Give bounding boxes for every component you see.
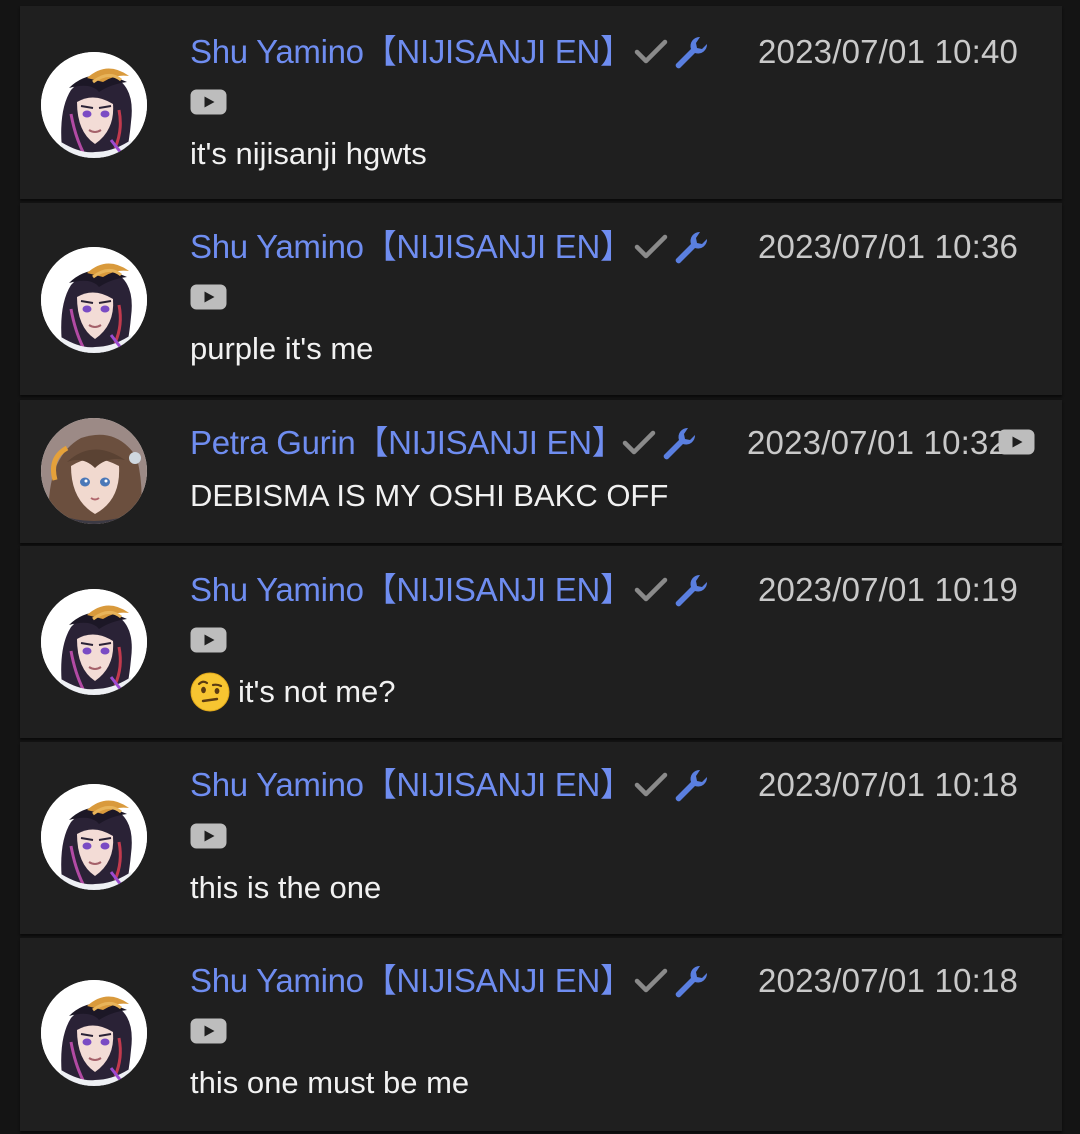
author-name[interactable]: Shu Yamino【NIJISANJI EN】 <box>190 227 633 267</box>
checkmark-icon <box>637 42 665 61</box>
author-name[interactable]: Petra Gurin【NIJISANJI EN】 <box>190 423 625 463</box>
message-timestamp: 2023/07/01 10:36 <box>758 228 1019 265</box>
avatar-shu-yamino[interactable] <box>41 589 147 695</box>
message-text: this one must be me <box>190 1065 470 1100</box>
message-timestamp: 2023/07/01 10:32 <box>747 424 1008 461</box>
message-timestamp: 2023/07/01 10:19 <box>758 571 1019 608</box>
wrench-icon <box>675 36 708 69</box>
author-badges <box>622 425 700 461</box>
wrench-icon <box>675 574 708 607</box>
chat-message[interactable]: Shu Yamino【NIJISANJI EN】 2023/07/01 10:1… <box>20 546 1062 738</box>
checkmark-icon <box>625 433 653 452</box>
author-badges <box>634 34 712 70</box>
checkmark-icon <box>637 237 665 256</box>
chat-message[interactable]: Shu Yamino【NIJISANJI EN】 2023/07/01 10:1… <box>20 742 1062 934</box>
checkmark-icon <box>637 971 665 990</box>
message-timestamp: 2023/07/01 10:18 <box>758 766 1019 803</box>
avatar-shu-yamino[interactable] <box>41 52 147 158</box>
message-text: DEBISMA IS MY OSHI BAKC OFF <box>190 478 669 513</box>
message-text: purple it's me <box>190 331 374 366</box>
message-text: this is the one <box>190 870 382 905</box>
author-name[interactable]: Shu Yamino【NIJISANJI EN】 <box>190 570 633 610</box>
chat-message[interactable]: Shu Yamino【NIJISANJI EN】 2023/07/01 10:4… <box>20 6 1062 199</box>
avatar-shu-yamino[interactable] <box>41 980 147 1086</box>
checkmark-icon <box>637 580 665 599</box>
chat-message[interactable]: Petra Gurin【NIJISANJI EN】 2023/07/01 10:… <box>20 400 1062 543</box>
chat-message-list: Shu Yamino【NIJISANJI EN】 2023/07/01 10:4… <box>0 0 1080 1134</box>
youtube-icon <box>190 823 227 849</box>
author-badges <box>634 767 712 803</box>
youtube-icon <box>998 429 1035 455</box>
avatar-shu-yamino[interactable] <box>41 784 147 890</box>
checkmark-icon <box>637 775 665 794</box>
face-with-raised-eyebrow-icon <box>190 672 230 712</box>
avatar-petra-gurin[interactable] <box>41 418 147 524</box>
avatar-shu-yamino[interactable] <box>41 247 147 353</box>
message-text-content: it's not me? <box>238 674 396 709</box>
wrench-icon <box>675 769 708 802</box>
author-badges <box>634 963 712 999</box>
message-timestamp: 2023/07/01 10:18 <box>758 962 1019 999</box>
youtube-icon <box>190 1018 227 1044</box>
author-name[interactable]: Shu Yamino【NIJISANJI EN】 <box>190 961 633 1001</box>
chat-message[interactable]: Shu Yamino【NIJISANJI EN】 2023/07/01 10:1… <box>20 938 1062 1131</box>
message-timestamp: 2023/07/01 10:40 <box>758 33 1019 70</box>
wrench-icon <box>675 231 708 264</box>
wrench-icon <box>675 965 708 998</box>
youtube-icon <box>190 89 227 115</box>
wrench-icon <box>663 427 696 460</box>
youtube-icon <box>190 627 227 653</box>
author-badges <box>634 229 712 265</box>
message-text: it's nijisanji hgwts <box>190 136 427 171</box>
author-badges <box>634 572 712 608</box>
message-text: it's not me? <box>190 672 396 712</box>
chat-message[interactable]: Shu Yamino【NIJISANJI EN】 2023/07/01 10:3… <box>20 203 1062 395</box>
author-name[interactable]: Shu Yamino【NIJISANJI EN】 <box>190 765 633 805</box>
youtube-icon <box>190 284 227 310</box>
author-name[interactable]: Shu Yamino【NIJISANJI EN】 <box>190 32 633 72</box>
